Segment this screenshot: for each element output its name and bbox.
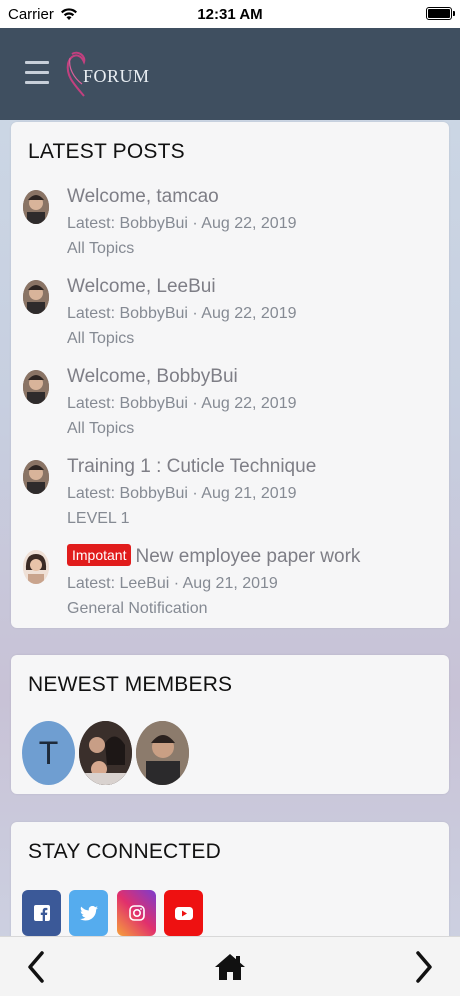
logo-text: FORUM xyxy=(83,66,150,86)
post-title[interactable]: Welcome, tamcao xyxy=(67,186,219,208)
post-meta: Latest: LeeBui · Aug 21, 2019 xyxy=(67,575,278,592)
app-header: FORUM xyxy=(0,28,460,120)
latest-posts-heading: LATEST POSTS xyxy=(28,140,185,163)
clock: 12:31 AM xyxy=(197,5,263,23)
avatar xyxy=(23,280,49,314)
post-meta: Latest: BobbyBui · Aug 22, 2019 xyxy=(67,395,297,412)
instagram-icon xyxy=(128,905,145,921)
forum-logo[interactable]: FORUM xyxy=(64,50,154,98)
menu-icon[interactable] xyxy=(25,61,49,85)
post-item[interactable]: Welcome, tamcao Latest: BobbyBui · Aug 2… xyxy=(23,186,443,272)
important-badge: Impotant xyxy=(67,544,132,566)
back-button[interactable] xyxy=(20,949,56,985)
post-meta: Latest: BobbyBui · Aug 22, 2019 xyxy=(67,215,297,232)
status-bar: Carrier 12:31 AM xyxy=(0,0,460,28)
battery-icon xyxy=(426,7,455,20)
chevron-left-icon xyxy=(28,951,44,983)
forward-button[interactable] xyxy=(406,949,442,985)
twitter-icon xyxy=(79,905,98,921)
post-item[interactable]: Welcome, LeeBui Latest: BobbyBui · Aug 2… xyxy=(23,276,443,362)
newest-members-heading: NEWEST MEMBERS xyxy=(28,673,233,696)
facebook-button[interactable] xyxy=(22,890,61,936)
newest-members-card: NEWEST MEMBERS T xyxy=(11,655,449,794)
chevron-right-icon xyxy=(416,951,432,983)
post-forum[interactable]: All Topics xyxy=(67,420,134,438)
post-forum[interactable]: General Notification xyxy=(67,600,208,618)
avatar xyxy=(23,370,49,404)
facebook-icon xyxy=(33,905,50,921)
member-avatar[interactable]: T xyxy=(22,721,75,785)
youtube-icon xyxy=(174,906,193,920)
post-forum[interactable]: All Topics xyxy=(67,330,134,348)
member-avatar[interactable] xyxy=(136,721,189,785)
post-title[interactable]: Welcome, LeeBui xyxy=(67,276,216,298)
instagram-button[interactable] xyxy=(117,890,156,936)
post-title[interactable]: Impotant New employee paper work xyxy=(67,544,360,568)
avatar xyxy=(23,550,49,584)
stay-connected-heading: STAY CONNECTED xyxy=(28,840,221,863)
post-item[interactable]: Training 1 : Cuticle Technique Latest: B… xyxy=(23,456,443,542)
bottom-nav-bar xyxy=(0,936,460,996)
post-forum[interactable]: All Topics xyxy=(67,240,134,258)
post-forum[interactable]: LEVEL 1 xyxy=(67,510,130,528)
home-button[interactable] xyxy=(212,949,248,985)
post-item[interactable]: Impotant New employee paper work Latest: … xyxy=(23,544,443,632)
post-item[interactable]: Welcome, BobbyBui Latest: BobbyBui · Aug… xyxy=(23,366,443,452)
post-title[interactable]: Welcome, BobbyBui xyxy=(67,366,238,388)
member-avatar[interactable] xyxy=(79,721,132,785)
avatar xyxy=(23,460,49,494)
member-initial: T xyxy=(38,734,59,771)
post-meta: Latest: BobbyBui · Aug 21, 2019 xyxy=(67,485,297,502)
twitter-button[interactable] xyxy=(69,890,108,936)
post-title[interactable]: Training 1 : Cuticle Technique xyxy=(67,456,316,478)
latest-posts-card: LATEST POSTS Welcome, tamcao Latest: Bob… xyxy=(11,122,449,628)
post-title-text[interactable]: New employee paper work xyxy=(135,546,360,567)
home-icon xyxy=(215,954,245,980)
post-meta: Latest: BobbyBui · Aug 22, 2019 xyxy=(67,305,297,322)
youtube-button[interactable] xyxy=(164,890,203,936)
avatar xyxy=(23,190,49,224)
